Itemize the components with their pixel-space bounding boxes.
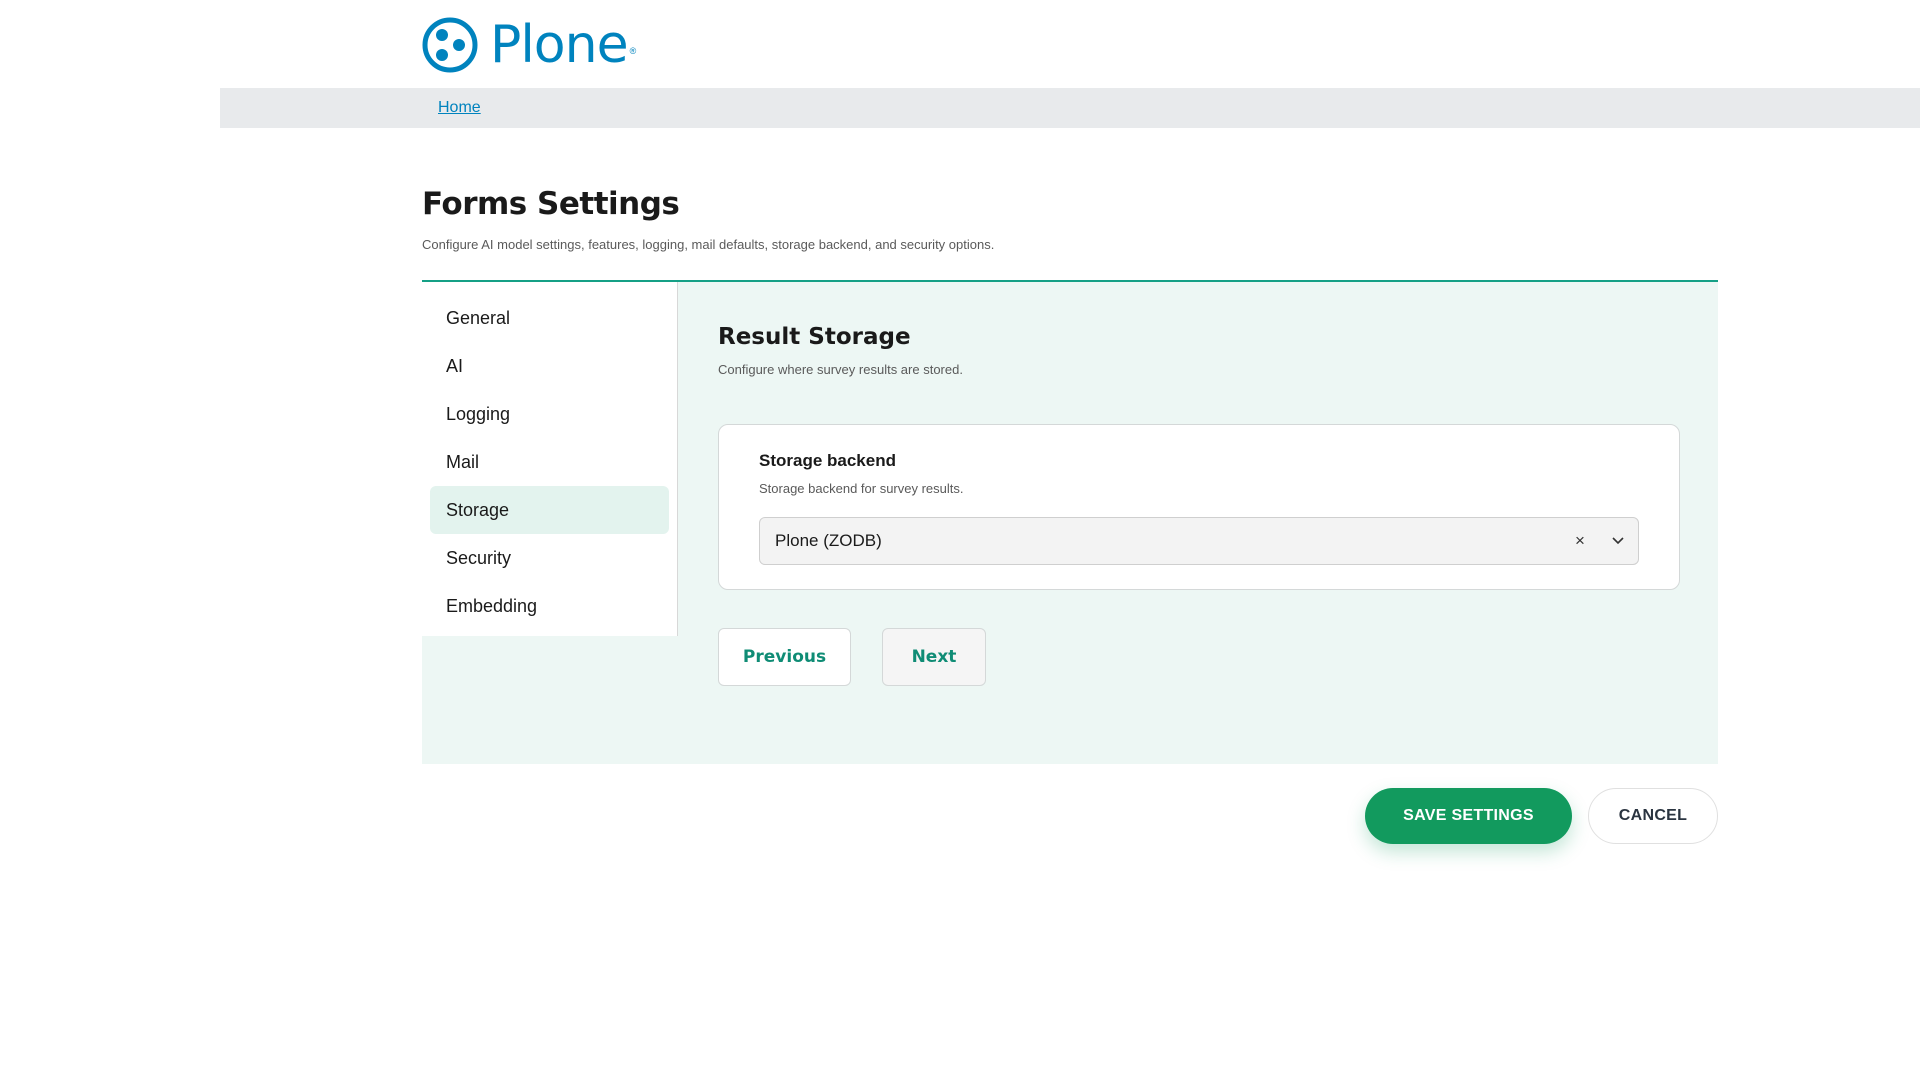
sidebar-item-security[interactable]: Security [430,534,669,582]
sidebar-item-storage[interactable]: Storage [430,486,669,534]
storage-backend-label: Storage backend [759,451,896,470]
section-title: Result Storage [718,324,911,350]
clear-icon[interactable]: × [1562,531,1598,551]
sidebar-item-embedding[interactable]: Embedding [430,582,669,630]
storage-backend-help: Storage backend for survey results. [759,481,964,496]
previous-button[interactable]: Previous [718,628,851,686]
logo-wordmark: Plone [490,15,629,75]
save-settings-button[interactable]: SAVE SETTINGS [1365,788,1572,844]
section-description: Configure where survey results are store… [718,362,963,377]
sidebar-item-logging[interactable]: Logging [430,390,669,438]
registered-mark: ® [629,46,637,56]
breadcrumb: Home [220,88,1920,128]
page-description: Configure AI model settings, features, l… [422,237,995,252]
plone-logo[interactable]: Plone ® [422,16,636,74]
storage-backend-select[interactable]: Plone (ZODB) × [759,517,1639,565]
sidebar-item-mail[interactable]: Mail [430,438,669,486]
storage-backend-value: Plone (ZODB) [775,531,882,550]
breadcrumb-home-link[interactable]: Home [438,99,481,117]
page-title: Forms Settings [422,186,680,222]
settings-sidebar: General AI Logging Mail Storage Security… [422,282,678,636]
plone-logo-icon [422,17,478,73]
next-button[interactable]: Next [882,628,986,686]
chevron-down-icon[interactable] [1598,517,1638,565]
sidebar-item-general[interactable]: General [430,294,669,342]
sidebar-item-ai[interactable]: AI [430,342,669,390]
storage-backend-card: Storage backend Storage backend for surv… [718,424,1680,590]
settings-panel: General AI Logging Mail Storage Security… [422,280,1718,764]
cancel-button[interactable]: CANCEL [1588,788,1718,844]
